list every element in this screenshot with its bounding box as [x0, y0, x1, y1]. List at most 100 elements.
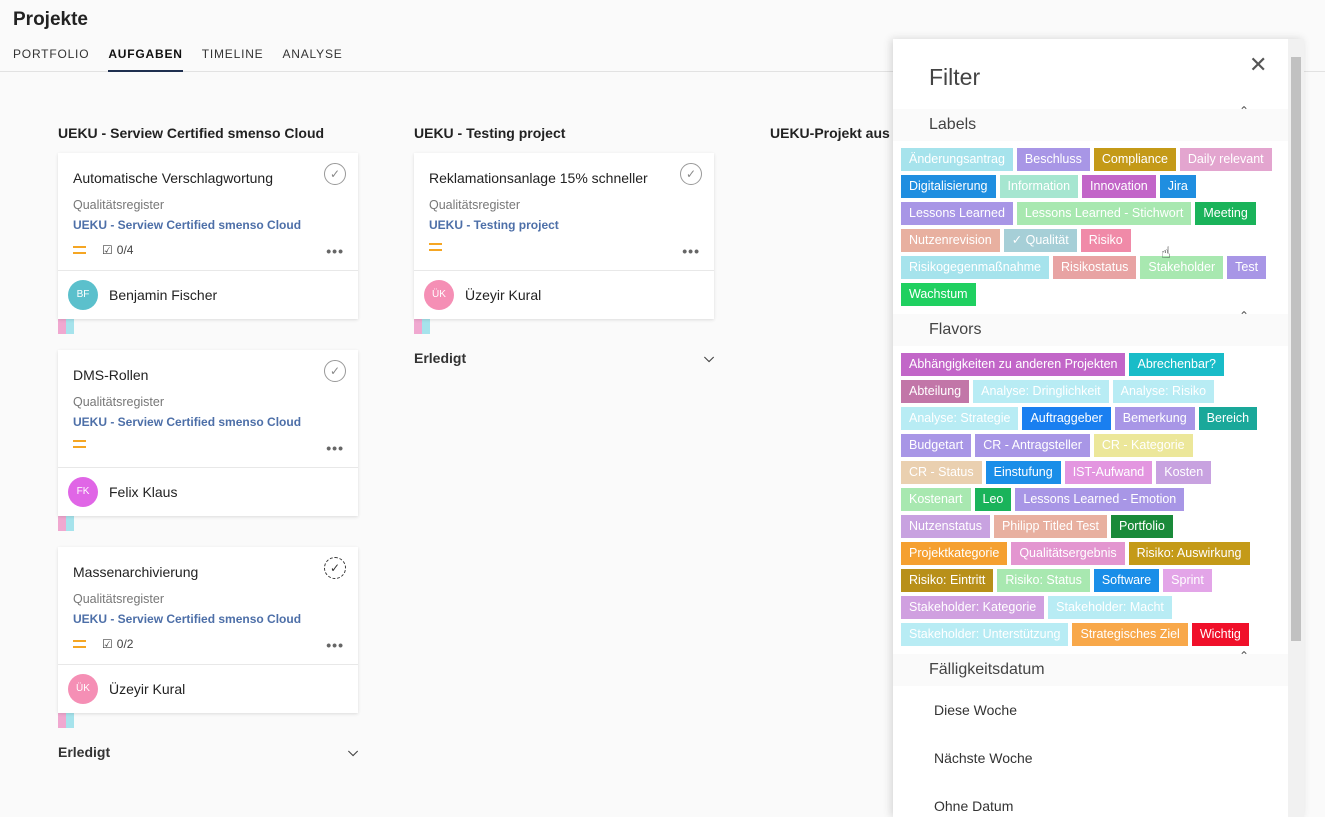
flavor-chip[interactable]: Stakeholder: Macht	[1048, 596, 1172, 619]
done-section-toggle[interactable]: Erledigt ⌵	[58, 744, 358, 760]
flavor-chip[interactable]: Budgetart	[901, 434, 972, 457]
done-section-toggle[interactable]: Erledigt ⌵	[414, 350, 714, 366]
complete-task-icon[interactable]: ✓	[324, 360, 346, 382]
task-card[interactable]: Automatische Verschlagwortung Qualitätsr…	[58, 153, 358, 319]
labels-section-header[interactable]: Labels ⌃	[893, 104, 1288, 141]
task-project-link[interactable]: UEKU - Serview Certified smenso Cloud	[73, 415, 343, 429]
task-project-link[interactable]: UEKU - Testing project	[429, 218, 699, 232]
flavor-chip[interactable]: Risiko: Eintritt	[901, 569, 994, 592]
task-title[interactable]: Automatische Verschlagwortung	[73, 170, 343, 186]
complete-task-icon[interactable]: ✓	[324, 163, 346, 185]
flavor-chip[interactable]: Lessons Learned - Emotion	[1015, 488, 1185, 511]
tab-portfolio[interactable]: PORTFOLIO	[13, 46, 89, 72]
label-chip[interactable]: Änderungsantrag	[901, 148, 1013, 171]
flavor-chip[interactable]: Auftraggeber	[1022, 407, 1111, 430]
flavor-chip[interactable]: Kosten	[1156, 461, 1212, 484]
flavor-chip[interactable]: Bereich	[1198, 407, 1258, 430]
label-chip[interactable]: Risikostatus	[1053, 256, 1137, 279]
label-chip[interactable]: Lessons Learned - Stichwort	[1016, 202, 1192, 225]
flavor-chip[interactable]: Bemerkung	[1114, 407, 1195, 430]
flavor-chip[interactable]: Stakeholder: Kategorie	[901, 596, 1045, 619]
priority-medium-icon	[429, 243, 442, 251]
avatar: ÜK	[68, 674, 98, 704]
complete-task-icon[interactable]: ✓	[324, 557, 346, 579]
assignee-name: Üzeyir Kural	[109, 681, 186, 697]
label-chip[interactable]: Compliance	[1093, 148, 1176, 171]
label-chip[interactable]: Innovation	[1082, 175, 1156, 198]
task-card[interactable]: Reklamationsanlage 15% schneller Qualitä…	[414, 153, 714, 319]
label-chip[interactable]: Risikogegenmaßnahme	[901, 256, 1050, 279]
task-project-link[interactable]: UEKU - Serview Certified smenso Cloud	[73, 612, 343, 626]
chevron-down-icon[interactable]: ⌵	[348, 744, 358, 760]
date-option-next-week[interactable]: Nächste Woche	[934, 750, 1033, 766]
collapse-caret-icon[interactable]: ⌃	[1239, 309, 1249, 323]
flavor-chip[interactable]: Abrechenbar?	[1129, 353, 1225, 376]
label-chip[interactable]: Risiko	[1080, 229, 1131, 252]
flavor-chip[interactable]: CR - Kategorie	[1093, 434, 1193, 457]
label-chip[interactable]: Wachstum	[901, 283, 976, 306]
label-chip[interactable]: Daily relevant	[1179, 148, 1272, 171]
chevron-down-icon[interactable]: ⌵	[704, 350, 714, 366]
label-chip[interactable]: ✓ Qualität	[1003, 229, 1077, 252]
flavor-chip[interactable]: Sprint	[1163, 569, 1212, 592]
flavor-chip[interactable]: Stakeholder: Unterstützung	[901, 623, 1069, 646]
more-options-icon[interactable]: •••	[326, 637, 344, 653]
flavor-chip[interactable]: Nutzenstatus	[901, 515, 990, 538]
label-chip[interactable]: Digitalisierung	[901, 175, 996, 198]
flavor-chip[interactable]: Einstufung	[985, 461, 1061, 484]
flavor-chip[interactable]: Analyse: Strategie	[901, 407, 1019, 430]
tab-timeline[interactable]: TIMELINE	[202, 46, 264, 72]
date-option-no-date[interactable]: Ohne Datum	[934, 798, 1013, 814]
flavor-chip[interactable]: IST-Aufwand	[1064, 461, 1153, 484]
label-chip[interactable]: Lessons Learned	[901, 202, 1013, 225]
flavor-chip[interactable]: Kostenart	[901, 488, 971, 511]
flavor-chip[interactable]: Philipp Titled Test	[993, 515, 1108, 538]
flavor-chip[interactable]: Abhängigkeiten zu anderen Projekten	[901, 353, 1126, 376]
flavor-chip[interactable]: Analyse: Dringlichkeit	[973, 380, 1109, 403]
close-icon[interactable]: ✕	[1249, 52, 1267, 78]
checklist-icon: ☑	[102, 637, 113, 651]
flavor-chip[interactable]: CR - Antragsteller	[975, 434, 1090, 457]
complete-task-icon[interactable]: ✓	[680, 163, 702, 185]
date-section-header[interactable]: Fälligkeitsdatum ⌃	[893, 649, 1288, 686]
assignee-name: Felix Klaus	[109, 484, 178, 500]
flavor-chip[interactable]: Wichtig	[1191, 623, 1249, 646]
label-chip[interactable]: Beschluss	[1016, 148, 1090, 171]
task-title[interactable]: Reklamationsanlage 15% schneller	[429, 170, 699, 186]
flavor-chip[interactable]: Strategisches Ziel	[1072, 623, 1188, 646]
flavor-chip[interactable]: Projektkategorie	[901, 542, 1008, 565]
label-chip[interactable]: Meeting	[1195, 202, 1256, 225]
avatar: BF	[68, 280, 98, 310]
task-project-link[interactable]: UEKU - Serview Certified smenso Cloud	[73, 218, 343, 232]
flavor-chip[interactable]: Portfolio	[1111, 515, 1173, 538]
scrollbar-thumb[interactable]	[1291, 57, 1301, 641]
flavor-chip[interactable]: Risiko: Status	[997, 569, 1090, 592]
tab-aufgaben[interactable]: AUFGABEN	[108, 46, 183, 72]
flavor-chip[interactable]: Risiko: Auswirkung	[1128, 542, 1250, 565]
flavor-chip[interactable]: Analyse: Risiko	[1112, 380, 1215, 403]
flavor-chip[interactable]: Software	[1093, 569, 1160, 592]
label-chip[interactable]: Information	[999, 175, 1079, 198]
label-chip[interactable]: Jira	[1159, 175, 1196, 198]
more-options-icon[interactable]: •••	[682, 243, 700, 259]
avatar: ÜK	[424, 280, 454, 310]
filter-scrollbar[interactable]	[1288, 39, 1304, 817]
label-chip[interactable]: Stakeholder	[1140, 256, 1224, 279]
task-card[interactable]: DMS-Rollen Qualitätsregister UEKU - Serv…	[58, 350, 358, 516]
flavor-chip[interactable]: Qualitätsergebnis	[1011, 542, 1125, 565]
date-option-this-week[interactable]: Diese Woche	[934, 702, 1017, 718]
label-chip[interactable]: Test	[1227, 256, 1267, 279]
more-options-icon[interactable]: •••	[326, 440, 344, 456]
label-chip[interactable]: Nutzenrevision	[901, 229, 1000, 252]
task-title[interactable]: Massenarchivierung	[73, 564, 343, 580]
flavor-chip[interactable]: Abteilung	[901, 380, 970, 403]
tab-analyse[interactable]: ANALYSE	[282, 46, 342, 72]
more-options-icon[interactable]: •••	[326, 243, 344, 259]
collapse-caret-icon[interactable]: ⌃	[1239, 104, 1249, 118]
collapse-caret-icon[interactable]: ⌃	[1239, 649, 1249, 663]
flavors-section-header[interactable]: Flavors ⌃	[893, 309, 1288, 346]
flavor-chip[interactable]: Leo	[974, 488, 1012, 511]
task-title[interactable]: DMS-Rollen	[73, 367, 343, 383]
flavor-chip[interactable]: CR - Status	[901, 461, 982, 484]
task-card[interactable]: Massenarchivierung Qualitätsregister UEK…	[58, 547, 358, 713]
